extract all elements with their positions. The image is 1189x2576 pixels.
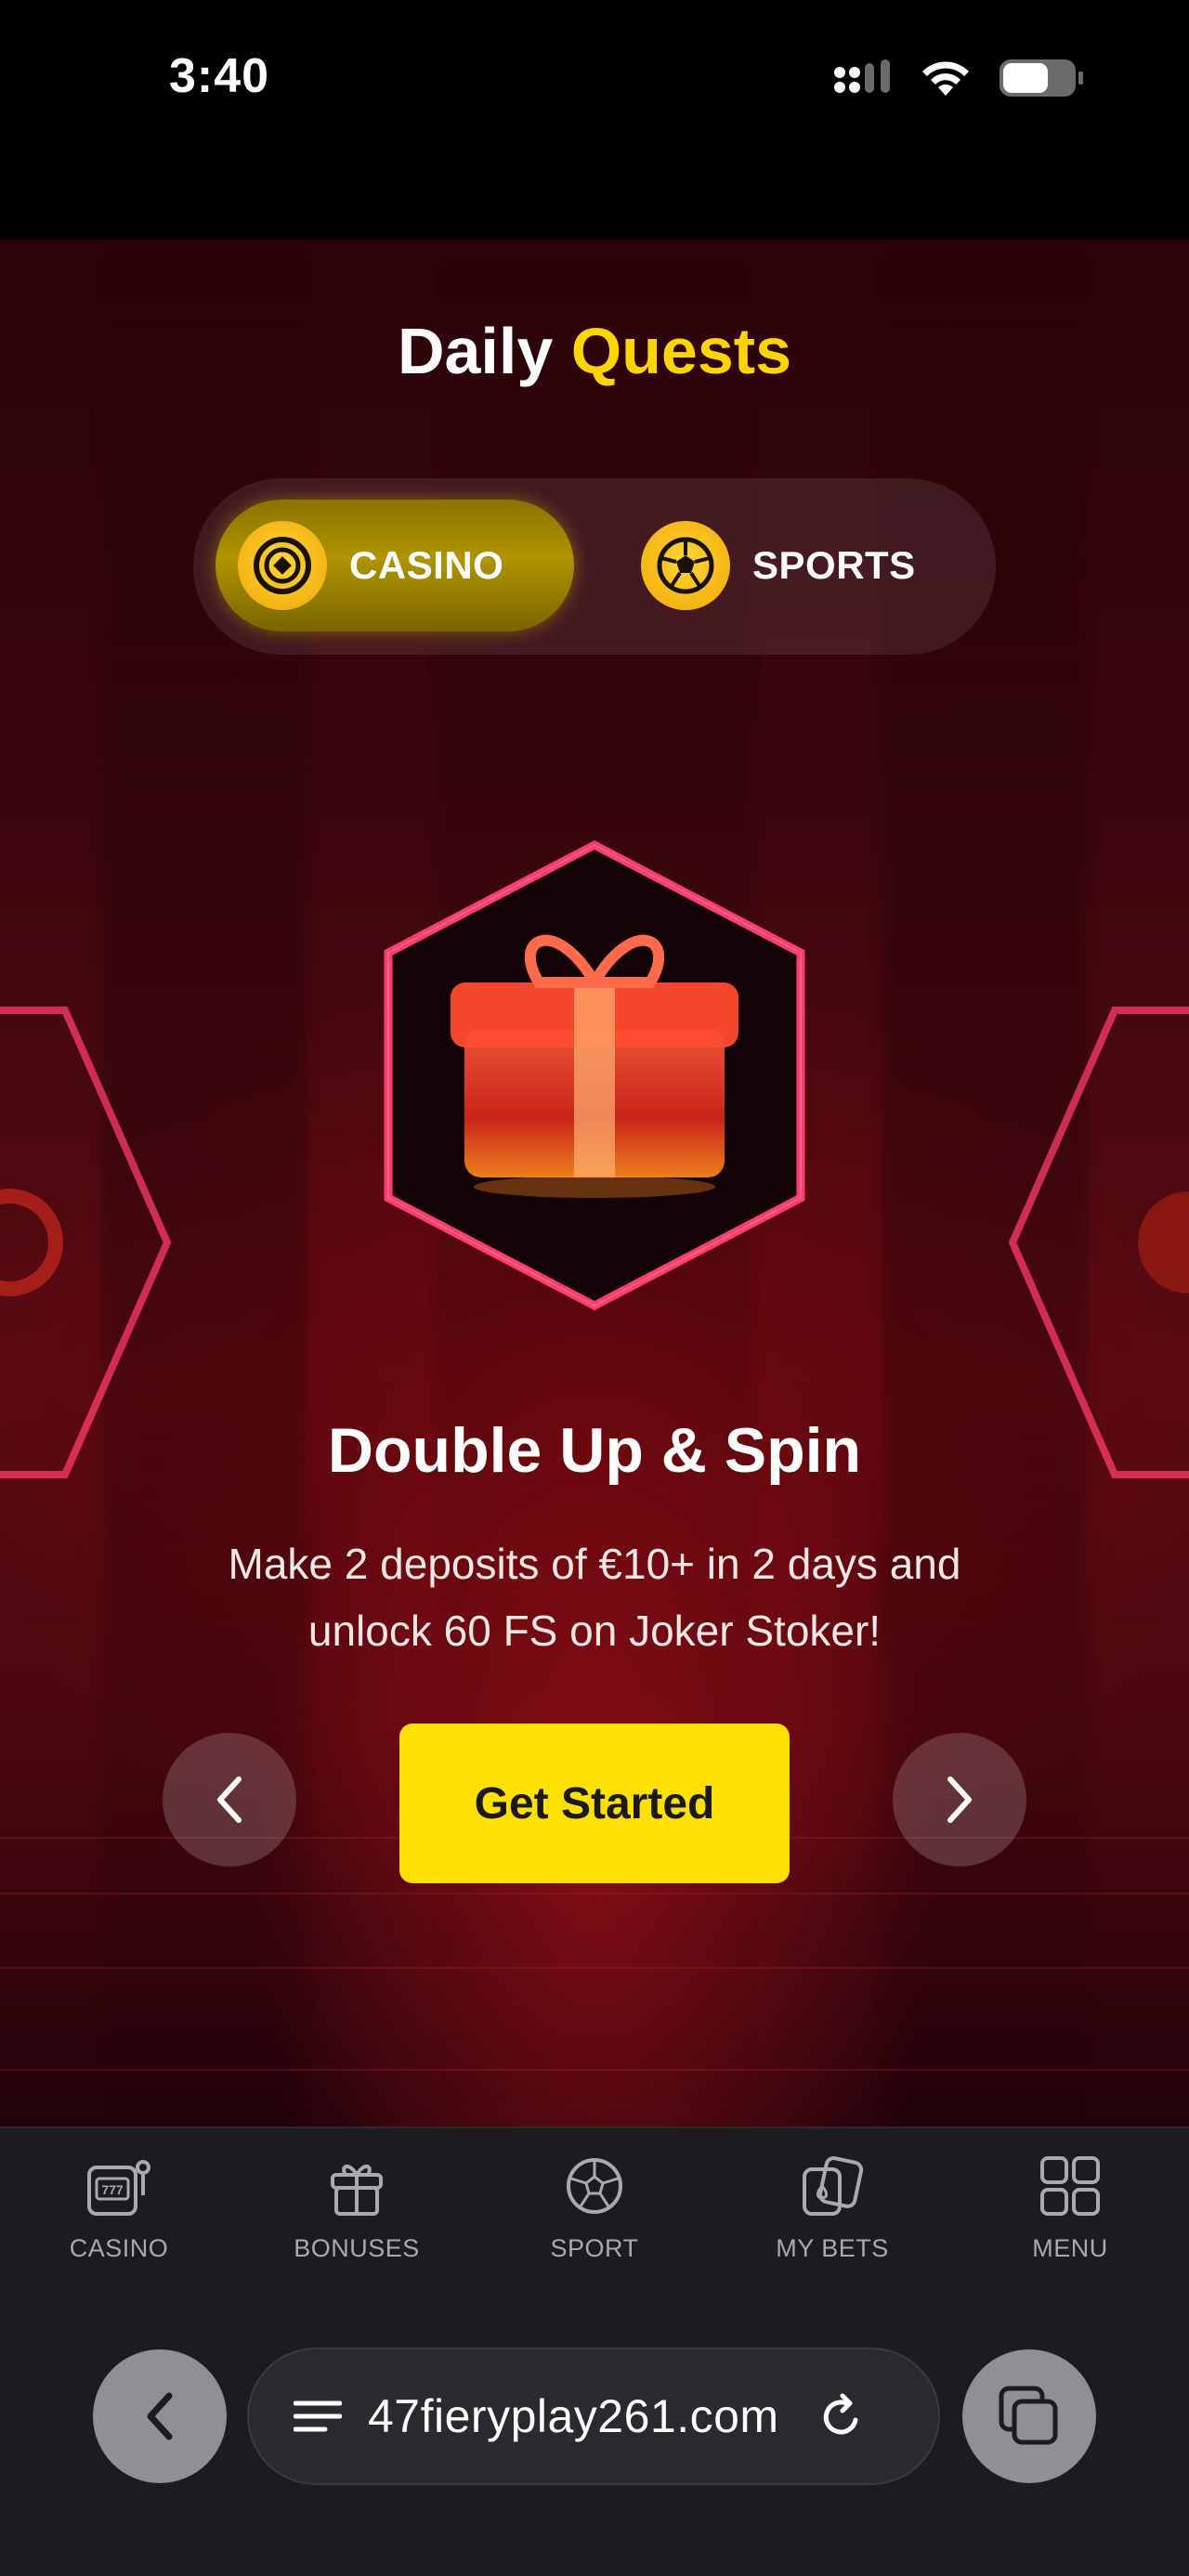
nav-label: MY BETS	[776, 2234, 889, 2262]
nav-item-my-bets[interactable]: MY BETS	[739, 2154, 925, 2263]
address-bar[interactable]: 47fieryplay261.com	[247, 2348, 940, 2485]
nav-item-menu[interactable]: MENU	[977, 2154, 1163, 2263]
status-time: 3:40	[169, 49, 270, 103]
tabs-icon	[999, 2386, 1058, 2445]
soccer-ball-icon	[567, 2158, 622, 2214]
browser-back-button[interactable]	[93, 2349, 227, 2483]
grid-icon	[1040, 2156, 1100, 2216]
quest-description-line: unlock 60 FS on Joker Stoker!	[307, 1607, 882, 1655]
chevron-left-icon	[147, 2392, 173, 2440]
tab-casino[interactable]: CASINO	[216, 500, 574, 631]
nav-item-bonuses[interactable]: BONUSES	[264, 2154, 450, 2263]
next-quest-button[interactable]	[893, 1733, 1026, 1867]
nav-label: MENU	[1032, 2234, 1108, 2262]
cards-icon	[803, 2156, 864, 2216]
tab-sports[interactable]: SPORTS	[632, 500, 947, 631]
nav-item-sport[interactable]: SPORT	[502, 2154, 687, 2263]
nav-label: SPORT	[550, 2234, 639, 2262]
quests-hero: Daily Quests CASINO SPORTS Double Up & S…	[0, 240, 1189, 2127]
wifi-icon	[922, 61, 969, 96]
chevron-right-icon	[947, 1776, 972, 1823]
floor-line	[0, 1967, 1189, 1969]
soccer-ball-icon	[641, 521, 730, 610]
page-title: Daily Quests	[0, 314, 1189, 388]
gift-box-icon	[384, 839, 805, 1311]
gift-icon	[331, 2165, 383, 2216]
nav-item-casino[interactable]: 777 CASINO	[26, 2154, 212, 2263]
floor-line	[0, 1893, 1189, 1894]
chevron-left-icon	[217, 1776, 242, 1823]
tabs-button[interactable]	[962, 2349, 1096, 2483]
tab-sports-label: SPORTS	[752, 543, 916, 587]
reload-icon[interactable]	[818, 2392, 865, 2440]
bottom-nav: 777 CASINO BONUSES SPORT MY BETS MENU	[0, 2127, 1189, 2322]
cellular-signal-icon	[834, 59, 890, 93]
quest-description-line: Make 2 deposits of €10+ in 2 days and	[228, 1540, 961, 1588]
title-part-2: Quests	[570, 315, 792, 387]
svg-text:777: 777	[101, 2182, 124, 2197]
quest-title: Double Up & Spin	[327, 1415, 862, 1486]
status-bar: 3:40	[0, 0, 1189, 240]
tab-casino-label: CASINO	[349, 543, 504, 587]
url-text: 47fieryplay261.com	[368, 2390, 779, 2442]
slot-machine-icon: 777	[87, 2160, 150, 2216]
prev-quest-button[interactable]	[163, 1733, 296, 1867]
nav-label: BONUSES	[294, 2234, 420, 2262]
floor-line	[0, 2069, 1189, 2071]
status-icons	[832, 58, 1085, 98]
casino-chip-icon	[238, 521, 327, 610]
quest-description: Make 2 deposits of €10+ in 2 days and un…	[167, 1530, 1022, 1664]
nav-label: CASINO	[69, 2234, 169, 2262]
battery-icon	[1000, 59, 1083, 97]
hamburger-icon[interactable]	[294, 2398, 342, 2435]
browser-toolbar: 47fieryplay261.com	[0, 2322, 1189, 2576]
title-part-1: Daily	[397, 315, 554, 387]
get-started-button[interactable]: Get Started	[399, 1724, 790, 1883]
